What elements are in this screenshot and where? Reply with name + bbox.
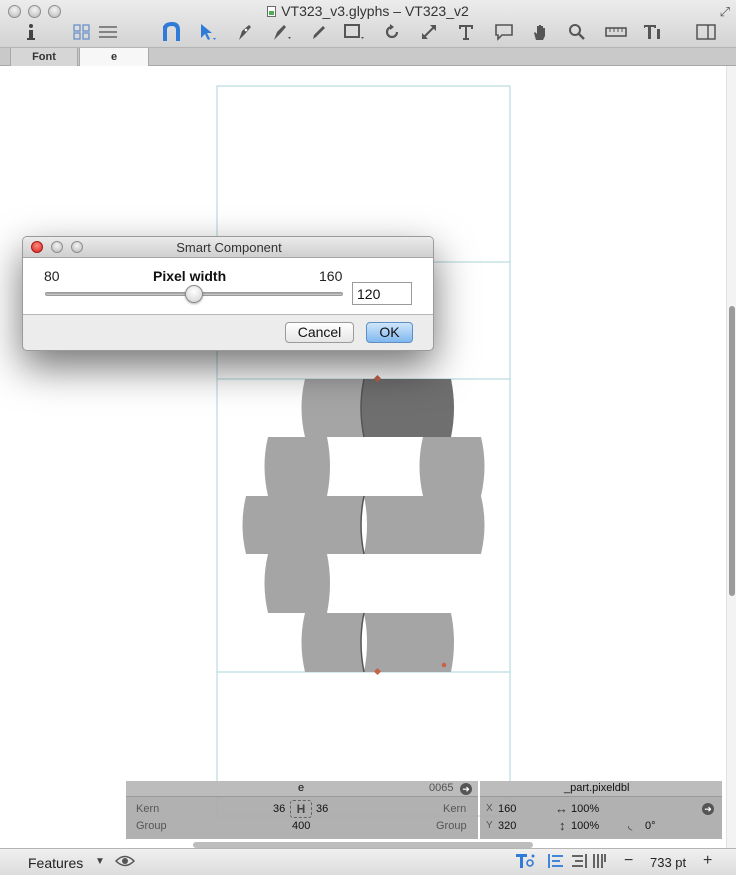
annotation-tool-icon[interactable]: [492, 20, 516, 44]
go-arrow-icon[interactable]: ➜: [460, 783, 472, 795]
dialog-zoom-button[interactable]: [71, 241, 83, 253]
x-position-field[interactable]: 160: [498, 803, 516, 815]
slider-knob[interactable]: [185, 285, 203, 303]
sidebar-icon[interactable]: [694, 20, 718, 44]
scale-x-field[interactable]: 100%: [571, 803, 599, 815]
select-tool-icon[interactable]: [197, 20, 219, 44]
vertical-text-icon[interactable]: [592, 854, 606, 871]
align-right-icon[interactable]: [571, 854, 587, 871]
align-left-icon[interactable]: [548, 854, 564, 871]
list-view-icon[interactable]: [97, 20, 119, 44]
window-title: VT323_v3.glyphs – VT323_v2: [281, 3, 469, 19]
dialog-minimize-button[interactable]: [51, 241, 63, 253]
text-tool-icon[interactable]: [161, 20, 183, 44]
rotate-tool-icon[interactable]: [381, 20, 403, 44]
component-info-panel: _part.pixeldbl X 160 ↔ 100% ➜ Y 320 ↕ 10…: [480, 781, 722, 839]
right-kern-field[interactable]: 36: [316, 803, 328, 815]
bottom-bar: Features ▼ − 733 pt +: [0, 848, 736, 875]
cancel-button[interactable]: Cancel: [285, 322, 354, 343]
text-tool-options-icon[interactable]: [515, 853, 535, 872]
left-kern-field[interactable]: 36: [273, 803, 285, 815]
pencil-tool-icon[interactable]: [308, 20, 330, 44]
text-format-icon[interactable]: [642, 20, 664, 44]
glyph-info-bar: e 0065 ➜ Kern 36 H 36 Kern Group 400 Gro…: [126, 781, 722, 839]
title-bar: VT323_v3.glyphs – VT323_v2 ⤢: [0, 0, 736, 48]
hand-tool-icon[interactable]: [530, 20, 552, 44]
zoom-level[interactable]: 733 pt: [650, 855, 686, 870]
document-icon: [267, 6, 277, 17]
glyph-name-field[interactable]: e: [298, 782, 304, 794]
draw-tool-icon[interactable]: [234, 20, 256, 44]
glyph-info-panel: e 0065 ➜ Kern 36 H 36 Kern Group 400 Gro…: [126, 781, 478, 839]
info-icon[interactable]: [22, 20, 40, 44]
ok-button[interactable]: OK: [366, 322, 413, 343]
window-title-wrap: VT323_v3.glyphs – VT323_v2: [0, 3, 736, 19]
pixel-component[interactable]: [264, 554, 331, 613]
pixel-component[interactable]: [419, 437, 485, 496]
preview-eye-icon[interactable]: [114, 853, 136, 872]
scale-tool-icon[interactable]: [418, 20, 440, 44]
kern-label-left: Kern: [136, 803, 160, 815]
angle-icon: ◟: [628, 820, 633, 832]
pixel-component[interactable]: [364, 496, 485, 554]
zoom-tool-icon[interactable]: [566, 20, 588, 44]
selected-pixel-component[interactable]: [361, 379, 454, 437]
tab-bar: Font e: [0, 48, 736, 67]
dialog-close-button[interactable]: [31, 241, 43, 253]
component-info-header: _part.pixeldbl: [480, 781, 722, 797]
zoom-out-button[interactable]: −: [624, 852, 633, 870]
go-to-component-icon[interactable]: ➜: [702, 803, 714, 815]
dialog-title: Smart Component: [176, 240, 282, 255]
glyph-info-header: e 0065 ➜: [126, 781, 478, 797]
smart-component-dialog: Smart Component 80 Pixel width 160 Cance…: [22, 236, 434, 351]
grid-view-icon[interactable]: [72, 20, 92, 44]
glyph-canvas[interactable]: [0, 66, 726, 848]
component-name-field[interactable]: _part.pixeldbl: [564, 782, 629, 794]
scale-y-field[interactable]: 100%: [571, 820, 599, 832]
width-field[interactable]: 400: [292, 820, 310, 832]
measure-tool-icon[interactable]: [604, 20, 628, 44]
pixel-width-label: Pixel width: [153, 268, 227, 284]
pen-tool-icon[interactable]: [270, 20, 294, 44]
tab-glyph-e[interactable]: e: [79, 48, 149, 67]
pixel-component[interactable]: [242, 496, 365, 554]
fullscreen-icon[interactable]: ⤢: [720, 4, 730, 20]
pixel-component[interactable]: [364, 613, 454, 672]
zoom-in-button[interactable]: +: [703, 852, 712, 870]
pixel-component[interactable]: [301, 379, 365, 437]
vertical-scale-icon: ↕: [559, 818, 566, 833]
dialog-body: 80 Pixel width 160: [23, 258, 433, 315]
angle-field[interactable]: 0°: [645, 820, 656, 832]
vertical-scroll-thumb[interactable]: [729, 306, 735, 596]
features-menu[interactable]: Features: [28, 855, 83, 871]
glyph-view: [216, 85, 511, 817]
vertical-scrollbar[interactable]: [726, 66, 736, 848]
group-label-right: Group: [436, 820, 467, 832]
kern-label-right: Kern: [443, 803, 467, 815]
pixel-width-input[interactable]: [352, 282, 412, 305]
dialog-title-bar: Smart Component: [23, 237, 433, 258]
tab-font[interactable]: Font: [10, 48, 78, 66]
x-label: X: [486, 803, 493, 814]
link-metrics-icon[interactable]: H: [290, 800, 312, 818]
pixel-component[interactable]: [301, 613, 365, 672]
pixel-component[interactable]: [264, 437, 331, 496]
type-tool-icon[interactable]: [455, 20, 477, 44]
group-label-left: Group: [136, 820, 167, 832]
slider-max-label: 160: [319, 268, 343, 284]
y-label: Y: [486, 820, 493, 831]
rectangle-tool-icon[interactable]: [342, 20, 368, 44]
features-dropdown-icon[interactable]: ▼: [95, 856, 105, 867]
horizontal-scale-icon: ↔: [555, 801, 568, 816]
slider-min-label: 80: [44, 268, 60, 284]
anchor-node[interactable]: [441, 662, 447, 668]
y-position-field[interactable]: 320: [498, 820, 516, 832]
unicode-field[interactable]: 0065: [429, 782, 453, 794]
